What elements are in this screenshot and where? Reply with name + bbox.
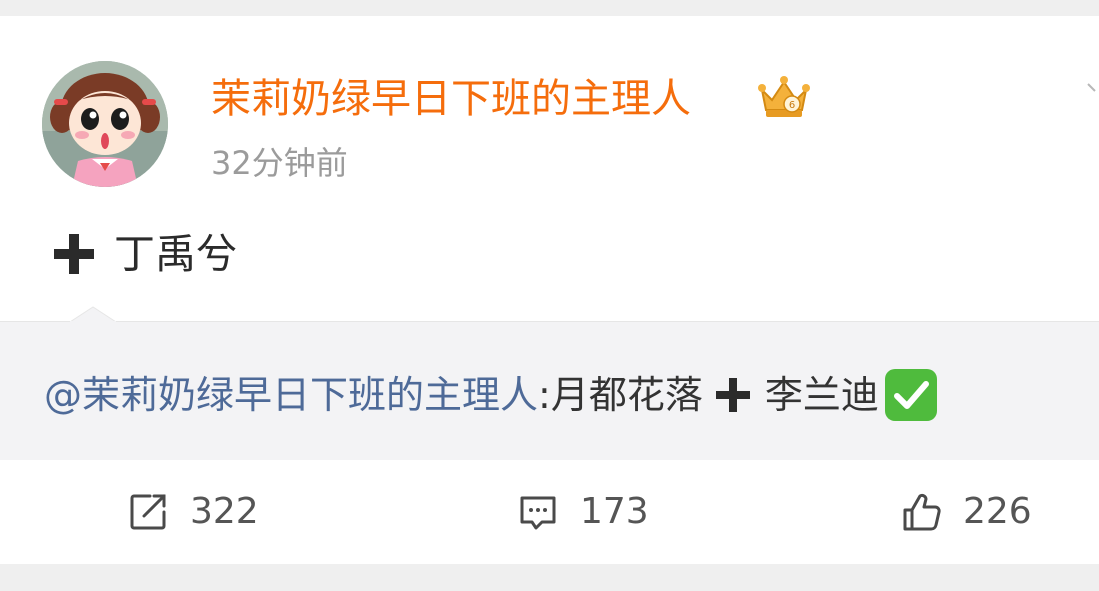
weibo-post-screen: 茉莉奶绿早日下班的主理人 6 32分钟前 丁禹兮 @茉莉奶绿早日下班的主理人:… [0, 0, 1099, 591]
plus-icon [715, 378, 750, 412]
avatar[interactable] [42, 61, 168, 187]
action-bar: 322 173 226 [0, 459, 1099, 564]
repost-button[interactable]: 322 [126, 459, 259, 564]
post-body-text: 丁禹兮 [114, 230, 237, 278]
post-text: 丁禹兮 [50, 224, 237, 284]
author-name[interactable]: 茉莉奶绿早日下班的主理人 [211, 72, 691, 126]
bottom-divider [0, 564, 1099, 591]
like-button[interactable]: 226 [899, 459, 1032, 564]
comment-icon [520, 496, 556, 529]
mention-link[interactable]: @茉莉奶绿早日下班的主理人 [44, 368, 538, 422]
comment-button[interactable]: 173 [516, 459, 649, 564]
post-timestamp: 32分钟前 [211, 144, 348, 182]
svg-text:6: 6 [789, 100, 795, 111]
thumbs-up-icon [903, 493, 941, 530]
repost-pointer-notch [70, 306, 116, 323]
reposted-content[interactable]: @茉莉奶绿早日下班的主理人 :月都花落 李兰迪 [0, 321, 1099, 460]
like-count: 226 [963, 490, 1032, 532]
share-icon [130, 494, 166, 529]
repost-text-after: 李兰迪 [764, 373, 879, 417]
comment-count: 173 [580, 490, 649, 532]
avatar-cartoon-girl-image [42, 61, 168, 187]
crown-badge-icon[interactable]: 6 [756, 72, 812, 122]
post-card: 茉莉奶绿早日下班的主理人 6 32分钟前 丁禹兮 @茉莉奶绿早日下班的主理人:… [0, 16, 1099, 564]
check-mark-button-icon [884, 369, 937, 421]
repost-text-before: :月都花落 [538, 373, 703, 417]
top-divider [0, 0, 1099, 16]
repost-count: 322 [190, 490, 259, 532]
repost-text: @茉莉奶绿早日下班的主理人 :月都花落 李兰迪 [44, 367, 939, 423]
plus-icon [54, 234, 94, 274]
chevron-down-icon[interactable] [1086, 78, 1099, 98]
